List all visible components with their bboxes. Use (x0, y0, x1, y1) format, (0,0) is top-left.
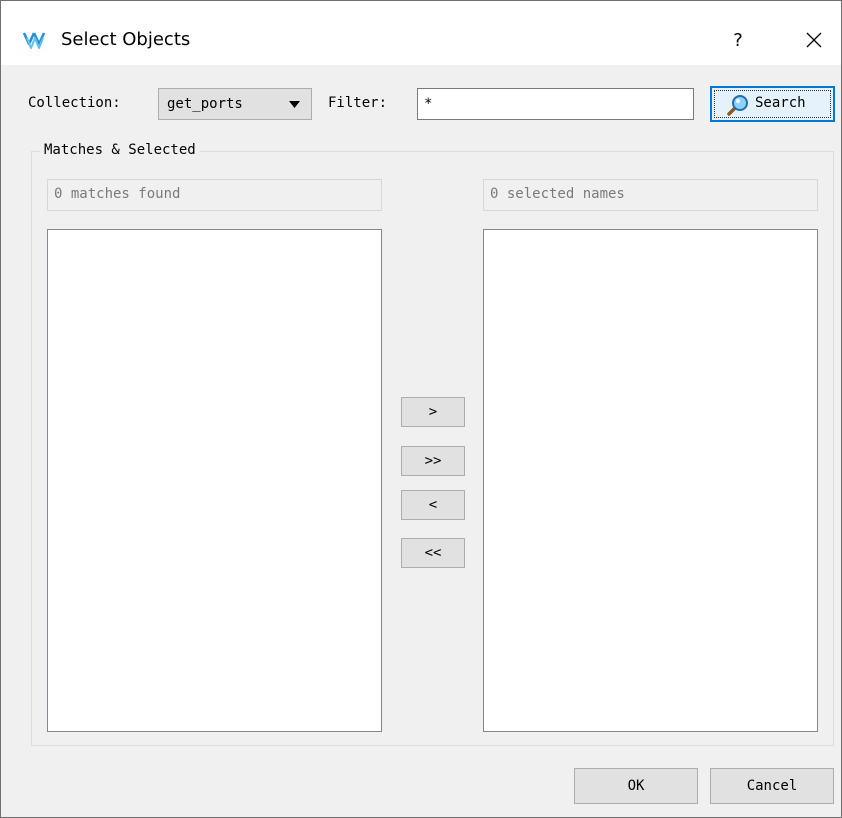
title-bar[interactable]: Select Objects ? (1, 1, 841, 65)
window-title: Select Objects (61, 29, 191, 50)
collection-dropdown[interactable]: get_ports (158, 88, 312, 120)
ok-button[interactable]: OK (574, 768, 698, 804)
dropdown-arrow-icon (289, 101, 300, 108)
gowin-logo-icon (22, 32, 46, 49)
matches-list[interactable] (47, 229, 382, 732)
close-button[interactable] (797, 23, 831, 57)
search-button[interactable]: Search (710, 86, 835, 122)
filter-input[interactable] (417, 88, 694, 120)
add-all-button[interactable]: >> (401, 446, 465, 476)
collection-value: get_ports (167, 96, 243, 112)
filter-label: Filter: (328, 95, 388, 111)
selected-status: 0 selected names (483, 179, 818, 211)
help-button[interactable]: ? (723, 23, 753, 57)
collection-label: Collection: (28, 95, 121, 111)
group-title: Matches & Selected (40, 142, 200, 158)
remove-all-button[interactable]: << (401, 538, 465, 568)
close-icon (806, 32, 822, 48)
search-label: Search (755, 95, 806, 111)
remove-selected-button[interactable]: < (401, 490, 465, 520)
select-objects-dialog: Select Objects ? Collection: get_ports F… (0, 0, 842, 818)
add-selected-button[interactable]: > (401, 397, 465, 427)
cancel-button[interactable]: Cancel (710, 768, 834, 804)
matches-status: 0 matches found (47, 179, 382, 211)
selected-list[interactable] (483, 229, 818, 732)
magnifier-icon (727, 95, 748, 116)
